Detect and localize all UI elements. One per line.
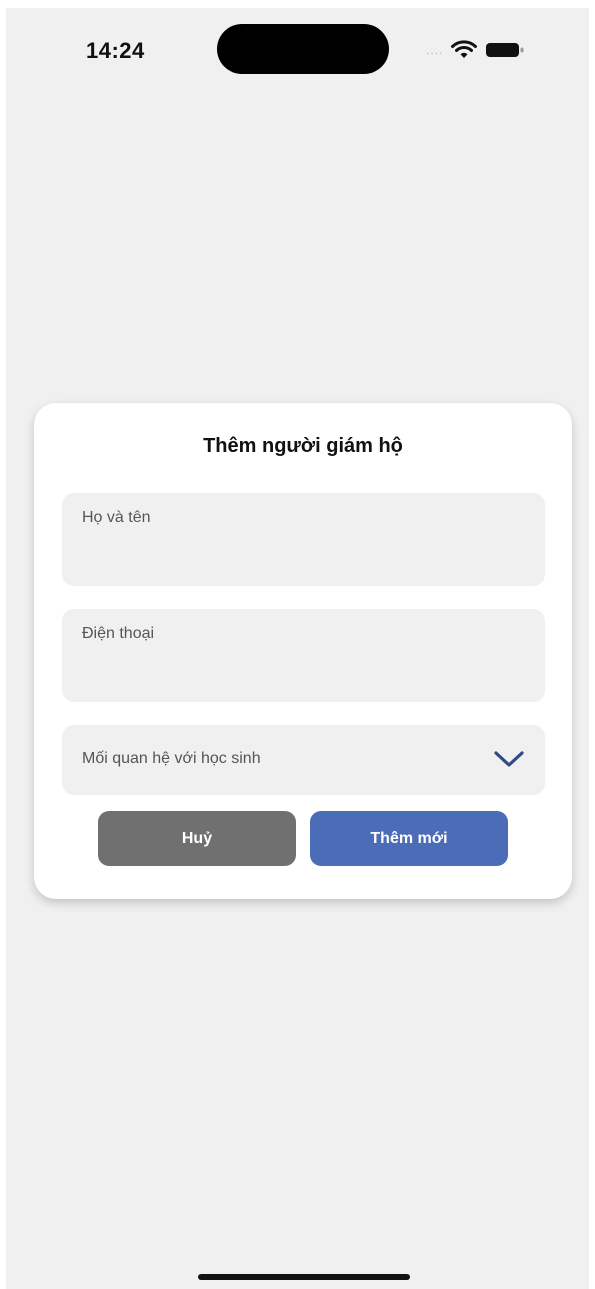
status-icons: .... [426, 38, 525, 62]
full-name-placeholder: Họ và tên [82, 509, 151, 526]
add-guardian-dialog: Thêm người giám hộ Họ và tên Điện thoại … [34, 403, 572, 899]
chevron-down-icon[interactable] [493, 749, 525, 774]
battery-icon [485, 41, 525, 59]
phone-field[interactable]: Điện thoại [62, 609, 545, 702]
dynamic-island [217, 24, 389, 74]
wifi-icon [451, 40, 478, 60]
dialog-title: Thêm người giám hộ [203, 435, 403, 457]
status-time: 14:24 [86, 38, 145, 63]
phone-placeholder: Điện thoại [82, 625, 155, 642]
cancel-button[interactable]: Huỷ [98, 811, 296, 866]
relationship-select[interactable]: Mối quan hệ với học sinh [62, 725, 545, 795]
home-indicator[interactable] [198, 1274, 410, 1280]
relationship-placeholder: Mối quan hệ với học sinh [82, 750, 261, 767]
add-new-button[interactable]: Thêm mới [310, 811, 508, 866]
full-name-field[interactable]: Họ và tên [62, 493, 545, 586]
cellular-signal-icon: .... [426, 43, 444, 57]
app-screen: 14:24 .... Thêm người giám hộ Họ và tên … [6, 8, 589, 1289]
